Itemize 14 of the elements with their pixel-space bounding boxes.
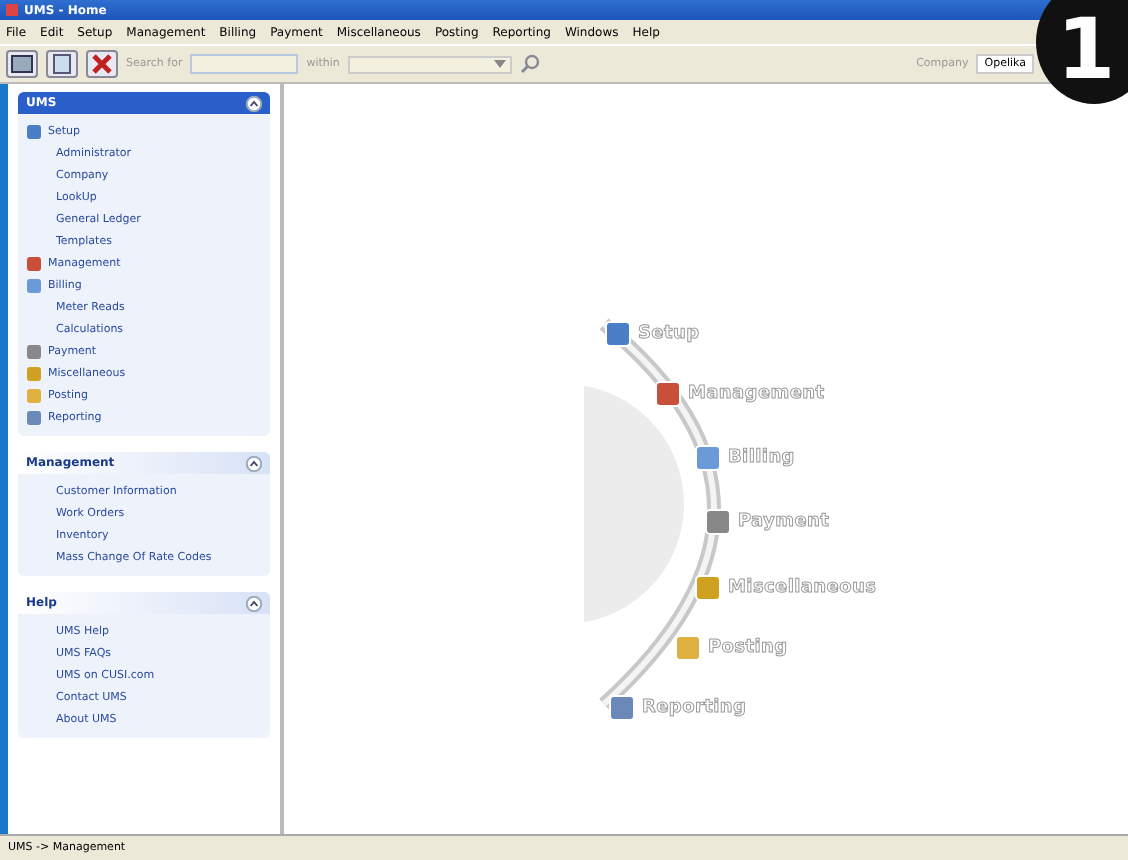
toolbar-button[interactable] <box>46 50 78 78</box>
close-button[interactable] <box>86 50 118 78</box>
caret-icon <box>493 60 506 68</box>
close-icon <box>92 54 112 74</box>
app-icon <box>6 4 18 16</box>
document-icon <box>50 54 74 74</box>
search-field[interactable] <box>190 54 299 74</box>
toolbar-button[interactable] <box>6 50 38 78</box>
collapse-icon[interactable] <box>246 595 262 611</box>
window-icon <box>10 54 34 74</box>
search-icon[interactable] <box>519 54 540 74</box>
collapse-icon[interactable] <box>246 95 262 111</box>
step-badge: 1 <box>1036 0 1128 104</box>
collapse-icon[interactable] <box>246 455 262 471</box>
